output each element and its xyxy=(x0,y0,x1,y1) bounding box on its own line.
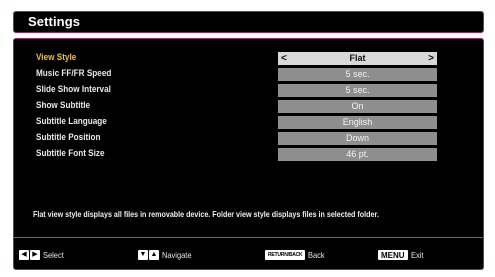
left-arrow-key-icon: ◀ xyxy=(19,250,29,260)
footer-divider xyxy=(14,237,483,238)
settings-row-subtitle-font-size[interactable]: Subtitle Font Size 46 pt. xyxy=(14,147,483,161)
menu-key-icon: MENU xyxy=(378,250,408,260)
return-back-key-icon: RETURN/BACK xyxy=(265,250,306,260)
settings-row-slide-show-interval[interactable]: Slide Show Interval 5 sec. xyxy=(14,83,483,97)
row-value: English xyxy=(342,117,373,127)
row-value: 5 sec. xyxy=(345,69,370,79)
settings-row-subtitle-language[interactable]: Subtitle Language English xyxy=(14,115,483,129)
music-ff-fr-speed-value[interactable]: 5 sec. xyxy=(278,68,437,81)
subtitle-font-size-value[interactable]: 46 pt. xyxy=(278,148,437,161)
settings-row-subtitle-position[interactable]: Subtitle Position Down xyxy=(14,131,483,145)
row-value: Flat xyxy=(349,53,366,63)
slide-show-interval-value[interactable]: 5 sec. xyxy=(278,84,437,97)
right-arrow-key-icon: ▶ xyxy=(30,250,40,260)
left-right-keys: ◀ ▶ xyxy=(19,250,40,260)
legend-select-label: Select xyxy=(43,250,64,260)
row-value: 46 pt. xyxy=(346,149,369,159)
row-value: On xyxy=(351,101,364,111)
settings-row-music-ff-fr-speed[interactable]: Music FF/FR Speed 5 sec. xyxy=(14,67,483,81)
settings-screen: Settings View Style < Flat > Music FF/FR… xyxy=(0,0,495,277)
subtitle-position-value[interactable]: Down xyxy=(278,132,437,145)
legend-navigate-label: Navigate xyxy=(162,250,192,260)
settings-row-view-style[interactable]: View Style < Flat > xyxy=(14,51,483,65)
up-down-keys: ▼ ▲ xyxy=(138,250,159,260)
row-value: Down xyxy=(345,133,369,143)
view-style-selector[interactable]: < Flat > xyxy=(278,52,437,65)
settings-row-show-subtitle[interactable]: Show Subtitle On xyxy=(14,99,483,113)
title-bar: Settings xyxy=(13,11,484,33)
row-label: Show Subtitle xyxy=(36,100,91,111)
row-label: Slide Show Interval xyxy=(36,84,111,95)
down-arrow-key-icon: ▼ xyxy=(138,250,148,260)
legend-back-label: Back xyxy=(308,250,326,260)
help-description: Flat view style displays all files in re… xyxy=(33,209,379,219)
settings-panel: View Style < Flat > Music FF/FR Speed 5 … xyxy=(13,38,484,270)
footer-legend: ◀ ▶ Select ▼ ▲ Navigate RETURN/BACK Back… xyxy=(14,247,483,263)
row-label: Subtitle Language xyxy=(36,116,107,127)
legend-back: RETURN/BACK Back xyxy=(265,247,327,263)
row-label: Music FF/FR Speed xyxy=(36,68,112,79)
legend-navigate: ▼ ▲ Navigate xyxy=(138,247,196,263)
row-value: 5 sec. xyxy=(345,85,370,95)
chevron-right-icon[interactable]: > xyxy=(428,52,434,65)
row-label: Subtitle Position xyxy=(36,132,101,143)
subtitle-language-value[interactable]: English xyxy=(278,116,437,129)
chevron-left-icon[interactable]: < xyxy=(281,52,287,65)
legend-exit-label: Exit xyxy=(410,250,424,260)
up-arrow-key-icon: ▲ xyxy=(149,250,159,260)
show-subtitle-value[interactable]: On xyxy=(278,100,437,113)
legend-exit: MENU Exit xyxy=(378,247,425,263)
row-label: View Style xyxy=(36,52,77,63)
row-label: Subtitle Font Size xyxy=(36,148,105,159)
legend-select: ◀ ▶ Select xyxy=(19,247,67,263)
page-title: Settings xyxy=(28,14,81,29)
